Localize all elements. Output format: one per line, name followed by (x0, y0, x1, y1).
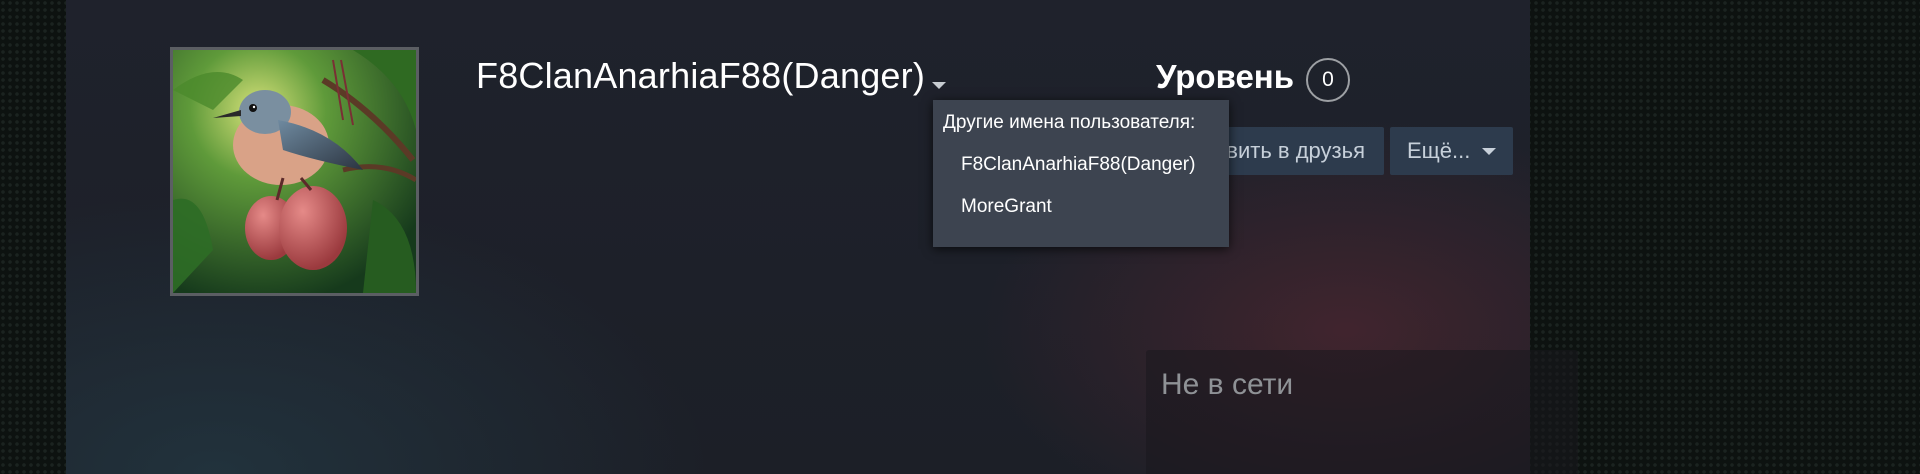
name-history-item[interactable]: MoreGrant (961, 196, 1052, 218)
status-panel: Не в сети (1146, 350, 1578, 474)
persona-name: F8ClanAnarhiaF88(Danger) (476, 55, 926, 96)
more-actions-button[interactable]: Ещё... (1390, 127, 1513, 175)
level-badge: 0 (1306, 58, 1350, 102)
profile-header: F8ClanAnarhiaF88(Danger) Уровень 0 вить … (66, 0, 1578, 474)
caret-down-icon (1482, 148, 1496, 155)
more-actions-label: Ещё... (1407, 138, 1471, 163)
caret-down-icon (932, 82, 946, 89)
level-label: Уровень (1156, 58, 1295, 95)
name-history-toggle[interactable] (928, 77, 950, 93)
profile-avatar[interactable] (170, 47, 419, 296)
avatar-bird-image (173, 50, 416, 293)
online-status: Не в сети (1161, 368, 1294, 401)
name-history-item[interactable]: F8ClanAnarhiaF88(Danger) (961, 154, 1195, 176)
add-friend-label: вить в друзья (1226, 138, 1365, 163)
name-history-title: Другие имена пользователя: (943, 112, 1196, 133)
name-history-dropdown: Другие имена пользователя: F8ClanAnarhia… (933, 100, 1229, 247)
